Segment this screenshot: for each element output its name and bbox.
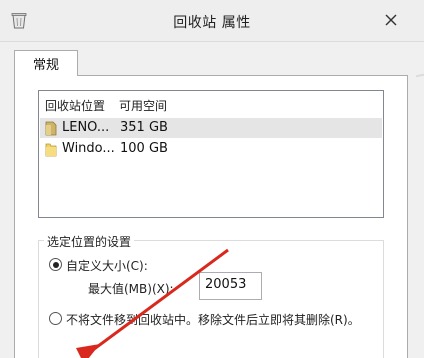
column-header-location[interactable]: 回收站位置 — [45, 97, 105, 114]
folder-icon — [45, 143, 57, 157]
custom-size-label[interactable]: 自定义大小(C): — [66, 257, 148, 274]
list-item[interactable]: Windo... 100 GB — [40, 139, 382, 159]
location-name: LENO... — [62, 120, 110, 135]
location-name: Windo... — [62, 141, 115, 156]
list-item[interactable]: LENO... 351 GB — [40, 118, 382, 138]
window-title: 回收站 属性 — [173, 15, 251, 31]
title-bar: 回收站 属性 — [0, 0, 424, 42]
tab-general[interactable]: 常规 — [14, 50, 78, 76]
recycle-location-list[interactable]: 回收站位置 可用空间 LENO... 351 GB Windo... 100 G… — [38, 90, 384, 218]
properties-window: php 回收站 属性 常规 回收站位置 可用空间 LENO.. — [0, 0, 424, 358]
max-size-input[interactable]: 20053 — [199, 272, 262, 300]
settings-group-label: 选定位置的设置 — [44, 233, 135, 250]
custom-size-radio[interactable] — [49, 258, 62, 271]
free-space-value: 351 GB — [120, 120, 168, 135]
close-icon — [385, 14, 397, 26]
delete-immediately-label[interactable]: 不将文件移到回收站中。移除文件后立即将其删除(R)。 — [66, 311, 360, 328]
column-header-free-space[interactable]: 可用空间 — [119, 97, 167, 114]
drive-folder-icon — [45, 121, 57, 136]
free-space-value: 100 GB — [120, 141, 168, 156]
max-value-label: 最大值(MB)(X): — [88, 282, 174, 296]
close-button[interactable] — [376, 8, 406, 32]
delete-immediately-radio[interactable] — [49, 312, 62, 325]
